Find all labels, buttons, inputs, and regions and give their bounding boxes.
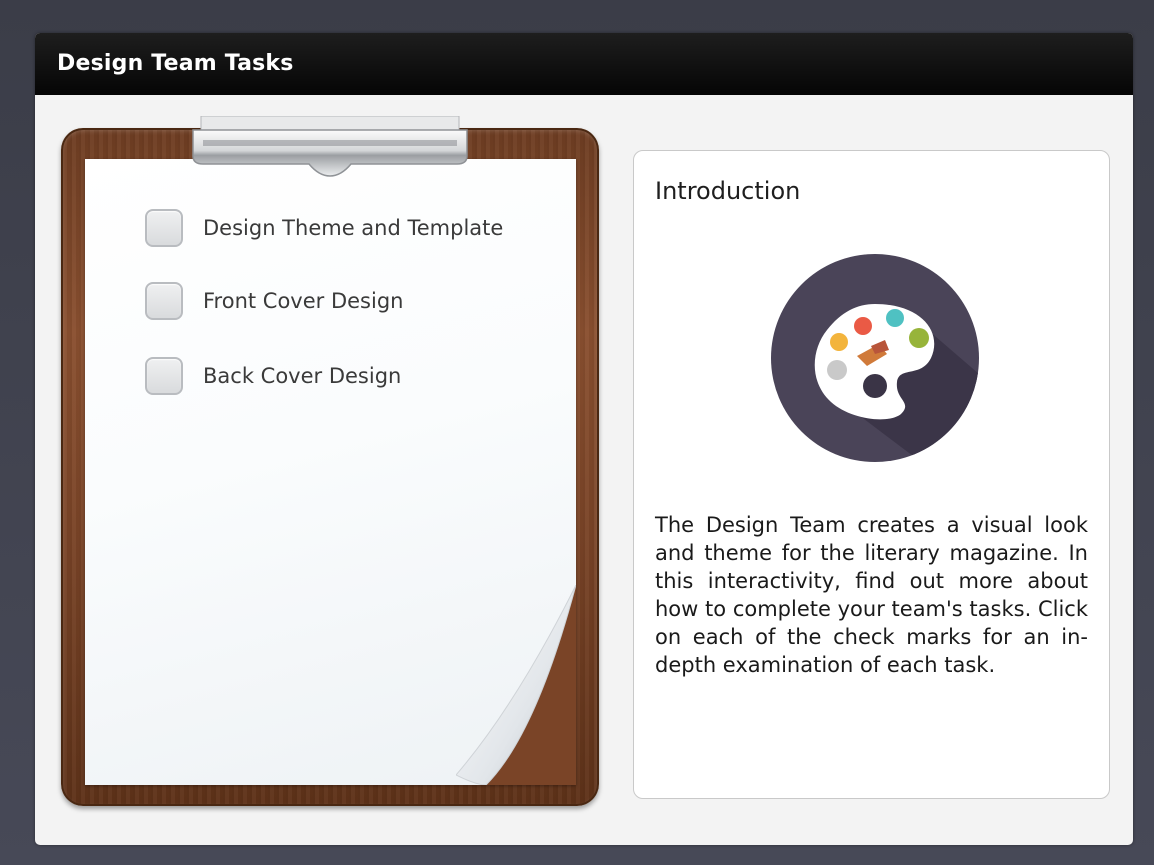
- clipboard: Design Theme and Template Front Cover De…: [61, 116, 599, 806]
- task-checkbox[interactable]: [145, 282, 183, 320]
- palette-icon: [771, 254, 979, 462]
- page-curl: [456, 585, 576, 785]
- intro-title: Introduction: [655, 177, 801, 205]
- task-item-back-cover[interactable]: Back Cover Design: [145, 356, 401, 396]
- task-label[interactable]: Front Cover Design: [203, 289, 403, 313]
- intro-body: The Design Team creates a visual look an…: [655, 513, 1088, 677]
- task-label[interactable]: Back Cover Design: [203, 364, 401, 388]
- task-item-front-cover[interactable]: Front Cover Design: [145, 281, 403, 321]
- task-checkbox[interactable]: [145, 357, 183, 395]
- task-window: Design Team Tasks Design Theme and Templ…: [35, 33, 1133, 845]
- clipboard-clip: [192, 116, 468, 177]
- task-checkbox[interactable]: [145, 209, 183, 247]
- task-label[interactable]: Design Theme and Template: [203, 216, 503, 240]
- introduction-panel: Introduction The Design Team creates a v…: [633, 150, 1110, 799]
- window-title: Design Team Tasks: [35, 33, 1133, 95]
- task-item-design-theme[interactable]: Design Theme and Template: [145, 208, 503, 248]
- task-paper: Design Theme and Template Front Cover De…: [85, 159, 576, 785]
